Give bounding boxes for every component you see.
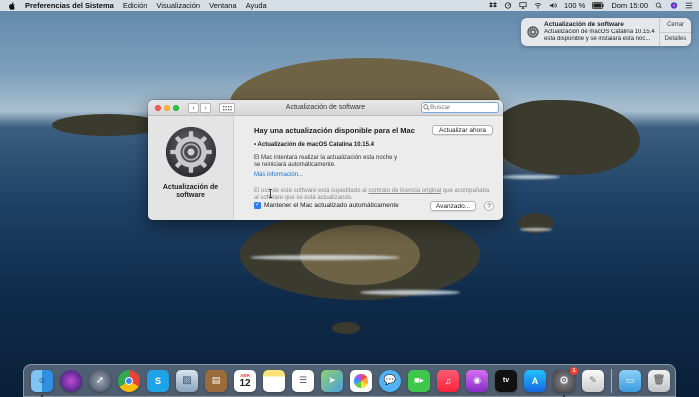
- battery-icon[interactable]: [592, 2, 604, 9]
- back-button[interactable]: ‹: [188, 103, 199, 113]
- wifi-icon[interactable]: [534, 2, 542, 9]
- search-input[interactable]: [421, 102, 499, 113]
- podcasts-icon[interactable]: ◉: [466, 369, 488, 392]
- advanced-button[interactable]: Avanzado...: [430, 201, 476, 211]
- apple-tv-label: tv: [502, 377, 510, 384]
- notification-details-button[interactable]: Detalles: [660, 31, 691, 47]
- calendar-day: 12: [239, 377, 251, 389]
- window-titlebar[interactable]: ‹ › Actualización de software: [148, 100, 503, 116]
- minimize-window-button[interactable]: [164, 105, 170, 111]
- trash-icon[interactable]: 🗑: [648, 369, 670, 392]
- downloads-folder-icon[interactable]: ▭: [619, 369, 641, 392]
- system-preferences-badge: 1: [570, 366, 578, 375]
- pane-name-label: Actualización de software: [162, 184, 219, 199]
- contacts-icon[interactable]: ▤: [205, 369, 227, 392]
- menu-ayuda[interactable]: Ayuda: [246, 1, 267, 10]
- more-info-link[interactable]: Más información...: [254, 172, 494, 178]
- messages-icon[interactable]: 💬: [379, 369, 401, 392]
- music-icon[interactable]: ♫: [437, 369, 459, 392]
- siri-icon[interactable]: [670, 2, 678, 9]
- apple-menu-icon[interactable]: [8, 1, 15, 10]
- launchpad-icon[interactable]: ➚: [89, 369, 111, 392]
- siri-icon[interactable]: [60, 369, 82, 392]
- software-update-gear-icon: [527, 26, 539, 38]
- pages-document-icon[interactable]: ✎: [582, 369, 604, 392]
- chevron-right-icon: ›: [204, 104, 207, 112]
- software-update-window: ‹ › Actualización de software Buscar Act…: [148, 100, 503, 220]
- notification-center-icon[interactable]: [685, 2, 693, 9]
- update-now-button[interactable]: Actualizar ahora: [432, 125, 493, 135]
- dropbox-icon[interactable]: [489, 2, 498, 9]
- notification-body-line2: está disponible y se instalará esta noc.…: [544, 36, 651, 42]
- notification-title: Actualización de software: [544, 21, 624, 28]
- airplay-icon[interactable]: [519, 2, 527, 9]
- chrome-icon[interactable]: [118, 369, 140, 392]
- notification-actions: Cerrar Detalles: [659, 18, 691, 46]
- text-cursor-icon: [269, 189, 272, 198]
- dashboard-icon[interactable]: [504, 2, 512, 9]
- license-agreement-link[interactable]: contrato de licencia original: [368, 188, 441, 194]
- notes-icon[interactable]: [263, 369, 285, 392]
- maps-icon[interactable]: ➤: [321, 369, 343, 392]
- update-details-pane: Hay una actualización disponible para el…: [234, 116, 503, 220]
- running-indicator: [41, 394, 43, 397]
- zoom-window-button[interactable]: [173, 105, 179, 111]
- running-indicator: [563, 394, 565, 397]
- menu-visualizacion[interactable]: Visualización: [156, 1, 200, 10]
- close-window-button[interactable]: [155, 105, 161, 111]
- auto-update-checkbox[interactable]: ✓: [254, 202, 261, 209]
- chevron-left-icon: ‹: [192, 104, 195, 112]
- menu-app-name[interactable]: Preferencias del Sistema: [25, 1, 114, 10]
- app-store-icon[interactable]: A: [524, 369, 546, 392]
- auto-update-row: ✓ Mantener el Mac actualizado automática…: [254, 202, 399, 209]
- spotlight-icon[interactable]: [655, 2, 663, 9]
- notification-text: Actualización de software Actualización …: [544, 18, 659, 46]
- battery-percentage[interactable]: 100 %: [564, 1, 585, 10]
- license-text: El uso de este software está supeditado …: [254, 188, 494, 202]
- apple-tv-icon[interactable]: tv: [495, 369, 517, 392]
- dock-separator: [611, 368, 612, 393]
- search-icon: [423, 104, 430, 111]
- software-update-gear-icon: [165, 126, 216, 178]
- restart-notice: El Mac intentará realizar la actualizaci…: [254, 155, 398, 168]
- preview-icon[interactable]: ▨: [176, 369, 198, 392]
- menu-ventana[interactable]: Ventana: [209, 1, 237, 10]
- photos-icon[interactable]: [350, 369, 372, 392]
- finder-icon[interactable]: ☺: [31, 369, 53, 397]
- menu-clock[interactable]: Dom 15:00: [611, 1, 648, 10]
- menu-bar: Preferencias del Sistema Edición Visuali…: [0, 0, 699, 11]
- show-all-button[interactable]: [219, 103, 235, 113]
- skype-icon[interactable]: S: [147, 369, 169, 392]
- notification-close-button[interactable]: Cerrar: [660, 18, 691, 32]
- update-notification[interactable]: Actualización de software Actualización …: [521, 18, 691, 46]
- help-button[interactable]: ?: [484, 201, 494, 211]
- auto-update-label[interactable]: Mantener el Mac actualizado automáticame…: [264, 202, 399, 209]
- update-item: • Actualización de macOS Catalina 10.15.…: [254, 142, 374, 148]
- grid-icon: [222, 105, 232, 110]
- reminders-icon[interactable]: ☰: [292, 369, 314, 392]
- volume-icon[interactable]: [549, 2, 557, 9]
- dock: ☺ ➚ S ▨ ▤ ABR 12 ☰ ➤ 💬 ■▸ ♫ ◉ tv A ⚙ 1 ✎…: [23, 364, 676, 397]
- facetime-icon[interactable]: ■▸: [408, 369, 430, 392]
- menu-edicion[interactable]: Edición: [123, 1, 148, 10]
- left-pane: Actualización de software: [148, 116, 234, 220]
- forward-button[interactable]: ›: [200, 103, 211, 113]
- system-preferences-icon[interactable]: ⚙ 1: [553, 366, 578, 397]
- notification-body-line1: Actualización de macOS Catalina 10.15.4: [544, 29, 655, 35]
- calendar-icon[interactable]: ABR 12: [234, 369, 256, 392]
